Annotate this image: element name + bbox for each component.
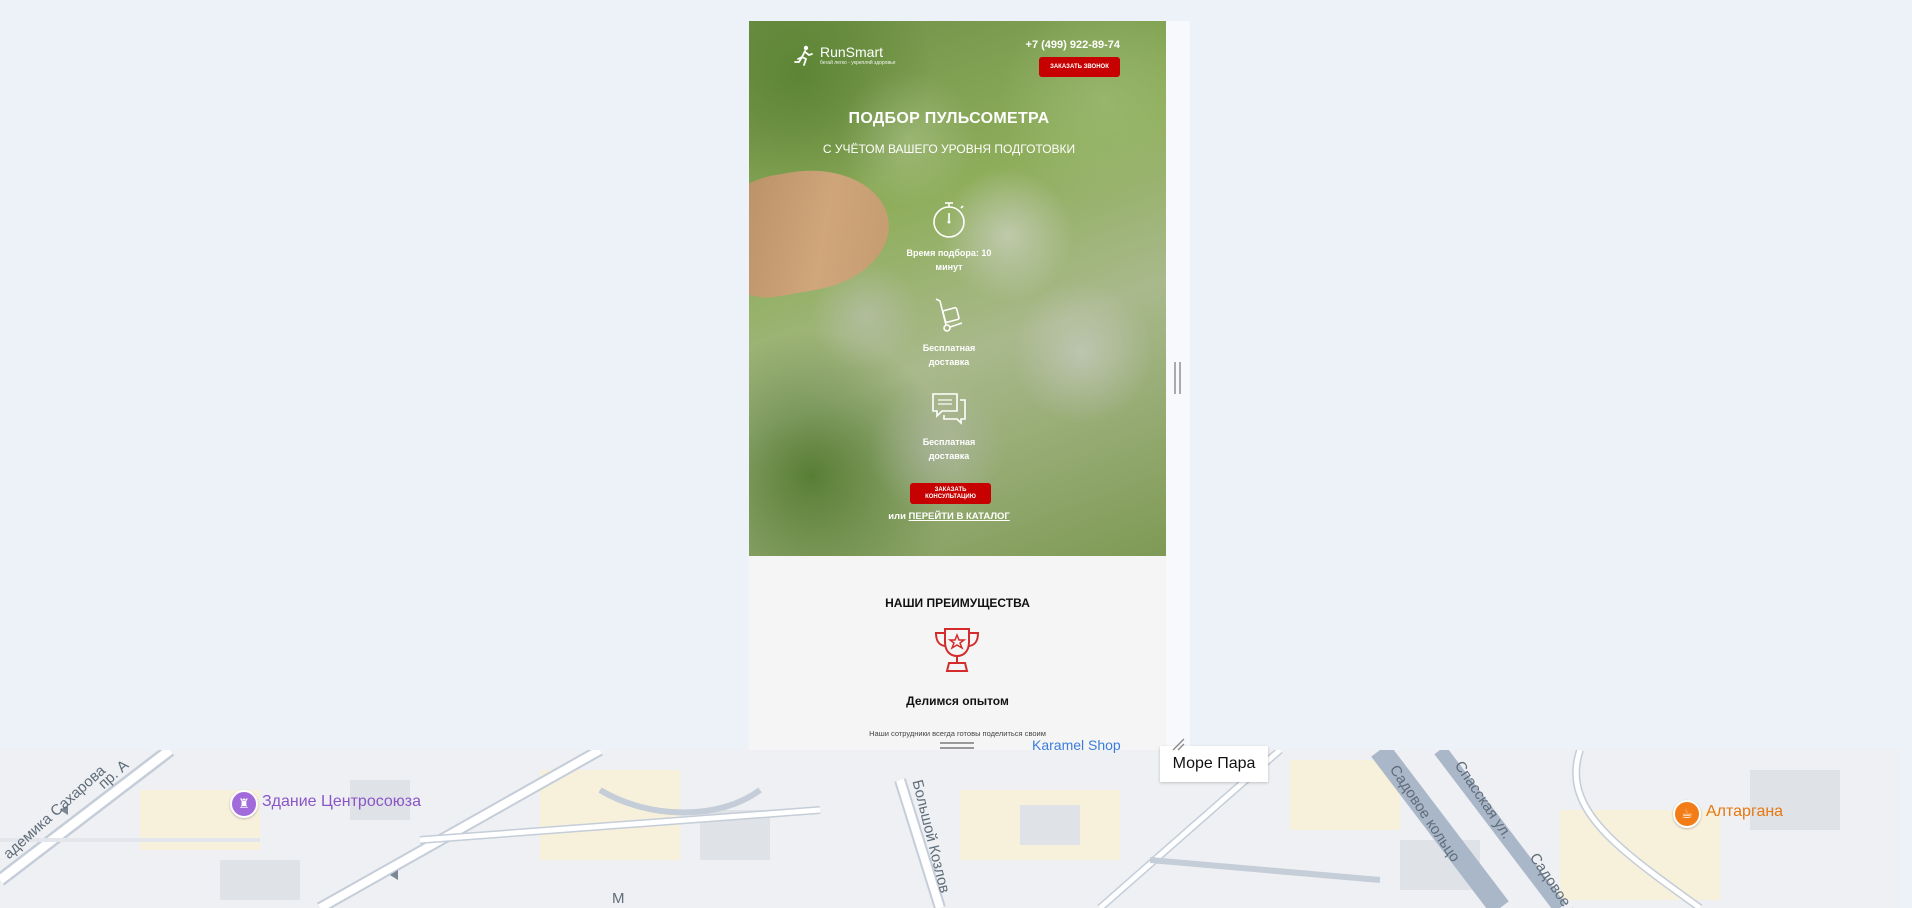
trophy-icon [934, 628, 980, 672]
poi-karamel-shop[interactable]: Karamel Shop [1032, 737, 1121, 753]
advantage-title: Делимся опытом [906, 694, 1009, 708]
consult-button[interactable]: ЗАКАЗАТЬ КОНСУЛЬТАЦИЮ [910, 483, 991, 504]
advantages-title: НАШИ ПРЕИМУЩЕСТВА [885, 596, 1030, 610]
more-para-card[interactable]: Море Пара [1160, 746, 1268, 782]
phone-number[interactable]: +7 (499) 922-89-74 [1026, 39, 1120, 51]
hand-truck-icon [935, 298, 963, 332]
cafe-pin-icon[interactable]: ☕ [1673, 800, 1701, 828]
poi-altargana[interactable]: Алтаргана [1706, 803, 1783, 821]
catalog-link[interactable]: ПЕРЕЙТИ В КАТАЛОГ [909, 511, 1010, 522]
building-pin-icon[interactable]: ♜ [230, 790, 258, 818]
viewport-resize-handle[interactable] [1174, 362, 1181, 394]
feature-line2: доставка [928, 357, 970, 367]
catalog-line: или ПЕРЕЙТИ В КАТАЛОГ [749, 511, 1149, 522]
advantages-section: НАШИ ПРЕИМУЩЕСТВА Делимся опытом Наши со… [749, 556, 1166, 750]
feature-line1: Время подбора: 10 [906, 248, 992, 258]
feature-delivery: Бесплатная доставка [899, 295, 999, 369]
callback-button[interactable]: ЗАКАЗАТЬ ЗВОНОК [1039, 57, 1120, 77]
logo-title: RunSmart [820, 44, 884, 60]
feature-consult: Бесплатная доставка [899, 389, 999, 463]
map[interactable]: ♜ Здание Центросоюза ☕ Алтаргана адемика… [0, 750, 1900, 908]
logo[interactable]: RunSmart бегай легко - укрепляй здоровье [794, 45, 896, 67]
page-viewport[interactable]: RunSmart бегай легко - укрепляй здоровье… [749, 21, 1166, 750]
stopwatch-icon [933, 202, 965, 238]
feature-line1: Бесплатная [922, 437, 976, 447]
logo-subtitle: бегай легко - укрепляй здоровье [820, 60, 896, 66]
hand-photo [749, 157, 899, 305]
or-text: или [888, 511, 906, 522]
feature-line2: минут [935, 262, 963, 272]
hero-subtitle: С УЧЁТОМ ВАШЕГО УРОВНЯ ПОДГОТОВКИ [822, 142, 1076, 156]
device-frame: RunSmart бегай легко - укрепляй здоровье… [749, 21, 1190, 750]
feature-selection-time: Время подбора: 10 минут [899, 200, 999, 274]
hero-title: ПОДБОР ПУЛЬСОМЕТРА [848, 110, 1050, 127]
bottom-drag-handle[interactable] [940, 742, 974, 749]
poi-centrosoyuz[interactable]: Здание Центросоюза [262, 793, 421, 811]
feature-line1: Бесплатная [922, 343, 976, 353]
feature-line2: доставка [928, 451, 970, 461]
resize-corner-icon[interactable] [1171, 737, 1185, 751]
street-m: М [612, 890, 625, 907]
runner-icon [794, 45, 813, 66]
hero-section: RunSmart бегай легко - укрепляй здоровье… [749, 21, 1166, 556]
chat-bubbles-icon [932, 393, 966, 425]
